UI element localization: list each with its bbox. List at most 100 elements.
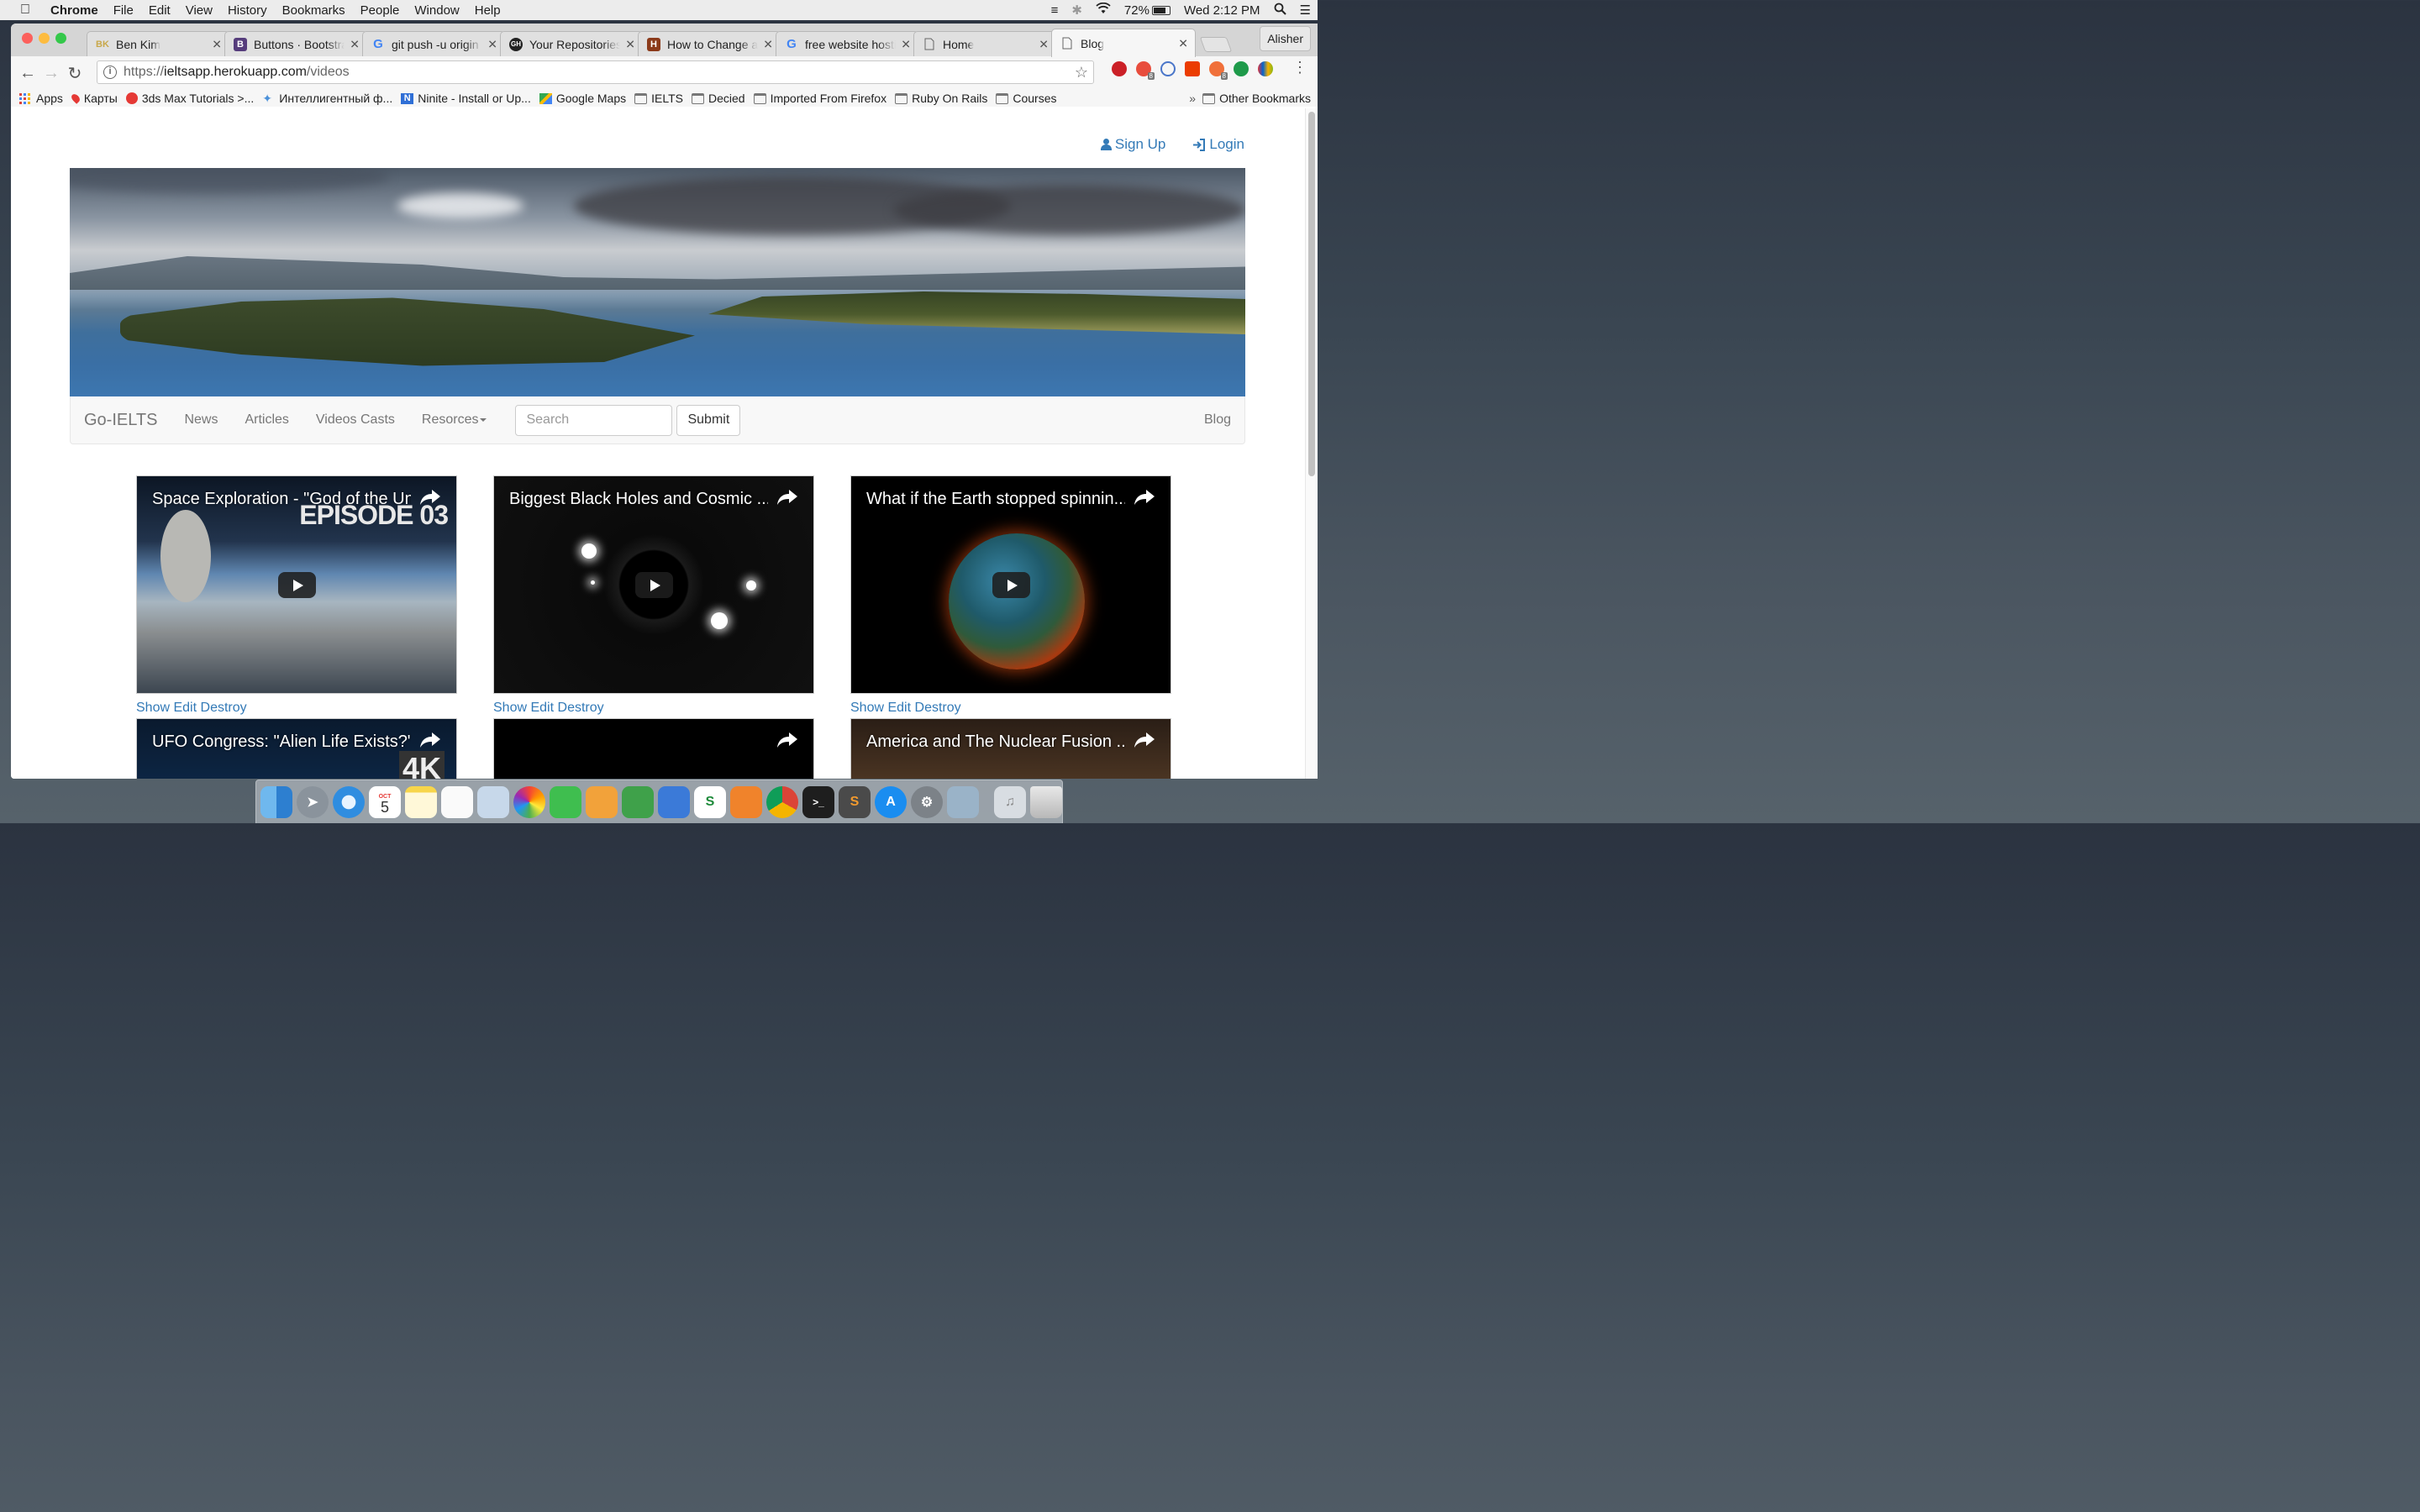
facetime-icon[interactable] <box>550 785 581 818</box>
lastpass-extension-icon[interactable]: 8 <box>1136 61 1155 80</box>
stack-icon[interactable]: ≡ <box>1044 3 1065 18</box>
wifi-icon[interactable] <box>1089 2 1118 18</box>
bluetooth-icon[interactable]: ✱ <box>1065 3 1089 18</box>
video-title[interactable]: Biggest Black Holes and Cosmic ... <box>509 490 768 509</box>
site-info-icon[interactable]: i <box>103 66 117 79</box>
nav-link-blog[interactable]: Blog <box>1204 412 1231 428</box>
nav-link-articles[interactable]: Articles <box>245 412 288 428</box>
tab-free-website-hosting[interactable]: G free website hostin ✕ <box>776 31 918 56</box>
login-link[interactable]: Login <box>1192 136 1244 153</box>
share-icon[interactable] <box>776 488 798 507</box>
sign-up-link[interactable]: Sign Up <box>1100 136 1165 153</box>
menu-history[interactable]: History <box>220 3 275 18</box>
tab-close-icon[interactable]: ✕ <box>625 37 635 51</box>
bookmark-other[interactable]: Other Bookmarks <box>1202 92 1311 105</box>
calendar-icon[interactable]: OCT 5 <box>369 785 401 818</box>
safari-icon[interactable] <box>333 785 365 818</box>
photos-icon[interactable] <box>513 785 545 818</box>
tab-close-icon[interactable]: ✕ <box>1178 36 1188 50</box>
share-icon[interactable] <box>1134 488 1155 507</box>
bookmark-karty[interactable]: Карты <box>70 92 118 105</box>
menu-bookmarks[interactable]: Bookmarks <box>275 3 353 18</box>
video-embed-black-holes[interactable]: Biggest Black Holes and Cosmic ... <box>493 475 814 694</box>
preview-icon[interactable] <box>477 785 509 818</box>
tab-close-icon[interactable]: ✕ <box>1039 37 1049 51</box>
menu-window[interactable]: Window <box>407 3 466 18</box>
reload-icon[interactable]: ↻ <box>63 61 87 85</box>
trash-icon[interactable] <box>1030 785 1062 818</box>
pages-icon[interactable] <box>586 785 618 818</box>
bookmark-apps[interactable]: Apps <box>19 92 63 105</box>
honey-extension-icon[interactable]: 8 <box>1209 61 1228 80</box>
navbar-brand[interactable]: Go-IELTS <box>84 411 157 430</box>
sublime-text-icon[interactable]: S <box>839 785 871 818</box>
show-link[interactable]: Show <box>136 701 170 715</box>
bookmark-google-maps[interactable]: Google Maps <box>539 92 626 105</box>
video-embed-nuclear-fusion[interactable]: America and The Nuclear Fusion ... <box>850 718 1171 779</box>
play-button[interactable] <box>992 572 1030 598</box>
bookmark-3ds-max[interactable]: 3ds Max Tutorials >... <box>125 92 254 105</box>
menu-file[interactable]: File <box>106 3 141 18</box>
bookmark-ninite[interactable]: N Ninite - Install or Up... <box>401 92 531 105</box>
launchpad-icon[interactable]: ➤ <box>297 785 329 818</box>
profile-button[interactable]: Alisher <box>1260 26 1311 51</box>
tab-home[interactable]: Home ✕ <box>913 31 1056 56</box>
page-scrollbar[interactable] <box>1305 108 1318 779</box>
finder-icon[interactable] <box>260 785 292 818</box>
tab-close-icon[interactable]: ✕ <box>350 37 360 51</box>
video-title[interactable]: America and The Nuclear Fusion ... <box>866 732 1125 752</box>
address-bar[interactable]: i https://ieltsapp.herokuapp.com/videos … <box>97 60 1094 84</box>
window-minimize-button[interactable] <box>39 33 50 44</box>
play-button[interactable] <box>278 572 316 598</box>
bookmark-folder-ruby[interactable]: Ruby On Rails <box>895 92 987 105</box>
share-icon[interactable] <box>419 488 441 507</box>
window-fullscreen-button[interactable] <box>55 33 66 44</box>
menu-edit[interactable]: Edit <box>141 3 178 18</box>
office-extension-icon[interactable] <box>1185 61 1200 76</box>
battery-status[interactable]: 72% <box>1118 3 1177 18</box>
block-extension-icon[interactable] <box>1160 61 1176 76</box>
grammarly-extension-icon[interactable] <box>1234 61 1249 76</box>
system-preferences-icon[interactable]: ⚙ <box>911 785 943 818</box>
bookmark-folder-courses[interactable]: Courses <box>996 92 1056 105</box>
tab-close-icon[interactable]: ✕ <box>487 37 497 51</box>
bookmarks-overflow-chevron[interactable]: » <box>1189 92 1196 105</box>
menu-help[interactable]: Help <box>467 3 508 18</box>
video-embed-ufo-congress[interactable]: 4K UFO Congress: "Alien Life Exists?" ..… <box>136 718 457 779</box>
show-link[interactable]: Show <box>850 701 884 715</box>
play-button[interactable] <box>635 572 673 598</box>
app-store-icon[interactable]: A <box>875 785 907 818</box>
tab-how-to-change[interactable]: H How to Change a ✕ <box>638 31 781 56</box>
apple-menu-icon[interactable]:  <box>17 3 34 18</box>
share-icon[interactable] <box>776 731 798 749</box>
ebay-extension-icon[interactable] <box>1258 61 1273 76</box>
clock[interactable]: Wed 2:12 PM <box>1177 3 1267 18</box>
destroy-link[interactable]: Destroy <box>558 701 604 715</box>
nav-dropdown-resources[interactable]: Resorces <box>422 412 487 428</box>
tab-close-icon[interactable]: ✕ <box>901 37 911 51</box>
menu-people[interactable]: People <box>353 3 408 18</box>
bookmark-intelligent[interactable]: ✦ Интеллигентный ф... <box>262 92 392 105</box>
nav-link-videos-casts[interactable]: Videos Casts <box>316 412 395 428</box>
tab-your-repositories[interactable]: GH Your Repositories ✕ <box>500 31 643 56</box>
tab-close-icon[interactable]: ✕ <box>763 37 773 51</box>
tab-bootstrap-buttons[interactable]: B Buttons · Bootstrap ✕ <box>224 31 367 56</box>
image-capture-icon[interactable] <box>947 785 979 818</box>
notes-icon[interactable] <box>405 785 437 818</box>
sketchbook-icon[interactable]: S <box>694 785 726 818</box>
keynote-icon[interactable] <box>658 785 690 818</box>
share-icon[interactable] <box>1134 731 1155 749</box>
destroy-link[interactable]: Destroy <box>915 701 961 715</box>
chrome-menu-icon[interactable]: ⋮ <box>1292 60 1307 75</box>
reminders-icon[interactable] <box>441 785 473 818</box>
edit-link[interactable]: Edit <box>530 701 554 715</box>
scrollbar-thumb[interactable] <box>1308 112 1315 476</box>
terminal-icon[interactable]: >_ <box>802 785 834 818</box>
video-embed-space-exploration[interactable]: EPISODE 03 Space Exploration - "God of t… <box>136 475 457 694</box>
pinterest-extension-icon[interactable] <box>1112 61 1127 76</box>
edit-link[interactable]: Edit <box>887 701 911 715</box>
menu-view[interactable]: View <box>178 3 220 18</box>
chrome-icon[interactable] <box>766 785 798 818</box>
bookmark-star-icon[interactable]: ☆ <box>1075 64 1088 81</box>
share-icon[interactable] <box>419 731 441 749</box>
